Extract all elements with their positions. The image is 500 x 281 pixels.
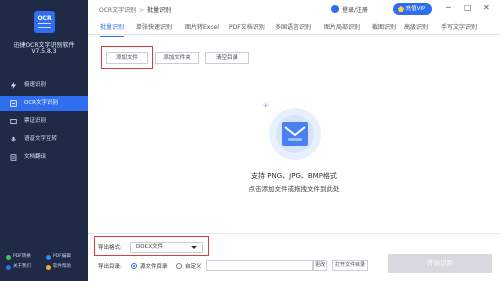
tab-partial[interactable]: 图片局部识别 (324, 22, 360, 31)
pdf-convert-icon (6, 255, 11, 260)
pdf-edit-link[interactable]: PDF编辑 (45, 252, 83, 262)
translate-icon (10, 154, 17, 161)
breadcrumb-root[interactable]: OCR文字识别 (99, 7, 136, 14)
chevron-down-icon (191, 246, 197, 249)
feature-tabs: 批量识别 单张快速识别 图片转Excel PDF文档识别 多国语言识别 图片局部… (88, 18, 500, 37)
start-recognition-button[interactable]: 开始识别 (388, 254, 492, 273)
ticket-icon (10, 118, 17, 125)
tab-screenshot[interactable]: 截图识别 (372, 22, 396, 31)
plus-icon: + (262, 101, 270, 111)
title-bar: OCR文字识别 > 批量识别 登录/注册 充值VIP ─ □ ✕ (88, 0, 500, 18)
export-path-input[interactable] (206, 260, 313, 271)
sidebar-item-label: 语音文字互转 (24, 136, 58, 142)
breadcrumb-current: 批量识别 (147, 7, 172, 14)
sidebar-item-label: 文档翻译 (24, 154, 47, 160)
tab-single-quick[interactable]: 单张快速识别 (136, 22, 172, 31)
clear-list-button[interactable]: 清空目录 (205, 52, 249, 64)
add-file-button[interactable]: 添加文件 (106, 52, 148, 64)
sidebar-item-label: OCR文字识别 (24, 100, 58, 106)
radio-source-dir[interactable] (131, 263, 137, 269)
breadcrumb: OCR文字识别 > 批量识别 (99, 5, 171, 14)
tab-handwriting[interactable]: 手写文字识别 (441, 22, 477, 31)
change-dir-button[interactable]: 更改 (313, 260, 327, 271)
sidebar-bottom-links: PDF转换 PDF编辑 关于我们 软件帮助 (5, 252, 85, 272)
sidebar-item-label: 极速识别 (24, 82, 47, 88)
crown-icon (398, 6, 404, 12)
sidebar: OCR 迅捷OCR文字识别软件 V7.5.8.3 极速识别 OCR文字识别 票证… (0, 0, 88, 281)
radio-custom-dir[interactable] (176, 263, 182, 269)
minimize-icon[interactable]: ─ (446, 3, 451, 12)
maximize-icon[interactable]: □ (464, 3, 472, 12)
ocr-scan-icon (10, 100, 17, 107)
drop-hint-text[interactable]: 点击添加文件或拖拽文件到此处 (0, 183, 500, 193)
vip-button[interactable]: 充值VIP (393, 3, 432, 15)
supported-formats-text: 支持 PNG、JPG、BMP格式 (251, 172, 337, 180)
sidebar-nav: 极速识别 OCR文字识别 票证识别 语音文字互转 文档翻译 (0, 78, 88, 168)
tab-pdf[interactable]: PDF文档识别 (229, 22, 265, 31)
pdf-convert-link[interactable]: PDF转换 (5, 252, 43, 262)
open-folder-button[interactable]: 打开文件目录 (332, 260, 368, 271)
sidebar-item-voice[interactable]: 语音文字互转 (0, 132, 88, 147)
app-version: V7.5.8.3 (31, 48, 57, 55)
logo-lines-icon (38, 23, 51, 28)
tab-batch[interactable]: 批量识别 (100, 22, 125, 37)
breadcrumb-separator: > (139, 7, 145, 14)
lightning-icon (10, 82, 17, 89)
sidebar-item-ticket[interactable]: 票证识别 (0, 114, 88, 129)
pdf-edit-icon (45, 255, 51, 260)
tab-image-to-excel[interactable]: 图片转Excel (185, 22, 219, 31)
sidebar-item-translate[interactable]: 文档翻译 (0, 150, 88, 165)
microphone-icon (11, 136, 16, 142)
help-icon (45, 265, 51, 270)
user-icon[interactable] (331, 5, 339, 13)
export-dir-label: 导出目录: (98, 264, 122, 270)
tab-advanced[interactable]: 高级识别 (404, 22, 428, 31)
close-icon[interactable]: ✕ (483, 3, 490, 12)
file-drop-icon[interactable]: + (260, 98, 330, 168)
login-link[interactable]: 登录/注册 (342, 5, 368, 14)
export-format-label: 导出格式: (98, 245, 122, 251)
add-folder-button[interactable]: 添加文件夹 (155, 52, 199, 64)
sidebar-item-speed-recognition[interactable]: 极速识别 (0, 78, 88, 93)
about-link[interactable]: 关于我们 (5, 262, 43, 272)
radio-custom-label: 自定义 (185, 264, 202, 270)
logo-text: OCR (37, 15, 52, 22)
app-logo: OCR (34, 11, 55, 33)
export-format-select[interactable]: DOCX文件 (130, 242, 203, 253)
help-link[interactable]: 软件帮助 (45, 262, 83, 272)
sidebar-item-label: 票证识别 (24, 118, 47, 124)
info-icon (6, 265, 11, 270)
tab-multi-language[interactable]: 多国语言识别 (275, 22, 311, 31)
sidebar-item-ocr[interactable]: OCR文字识别 (0, 96, 88, 111)
radio-source-label: 源文件目录 (140, 264, 168, 270)
